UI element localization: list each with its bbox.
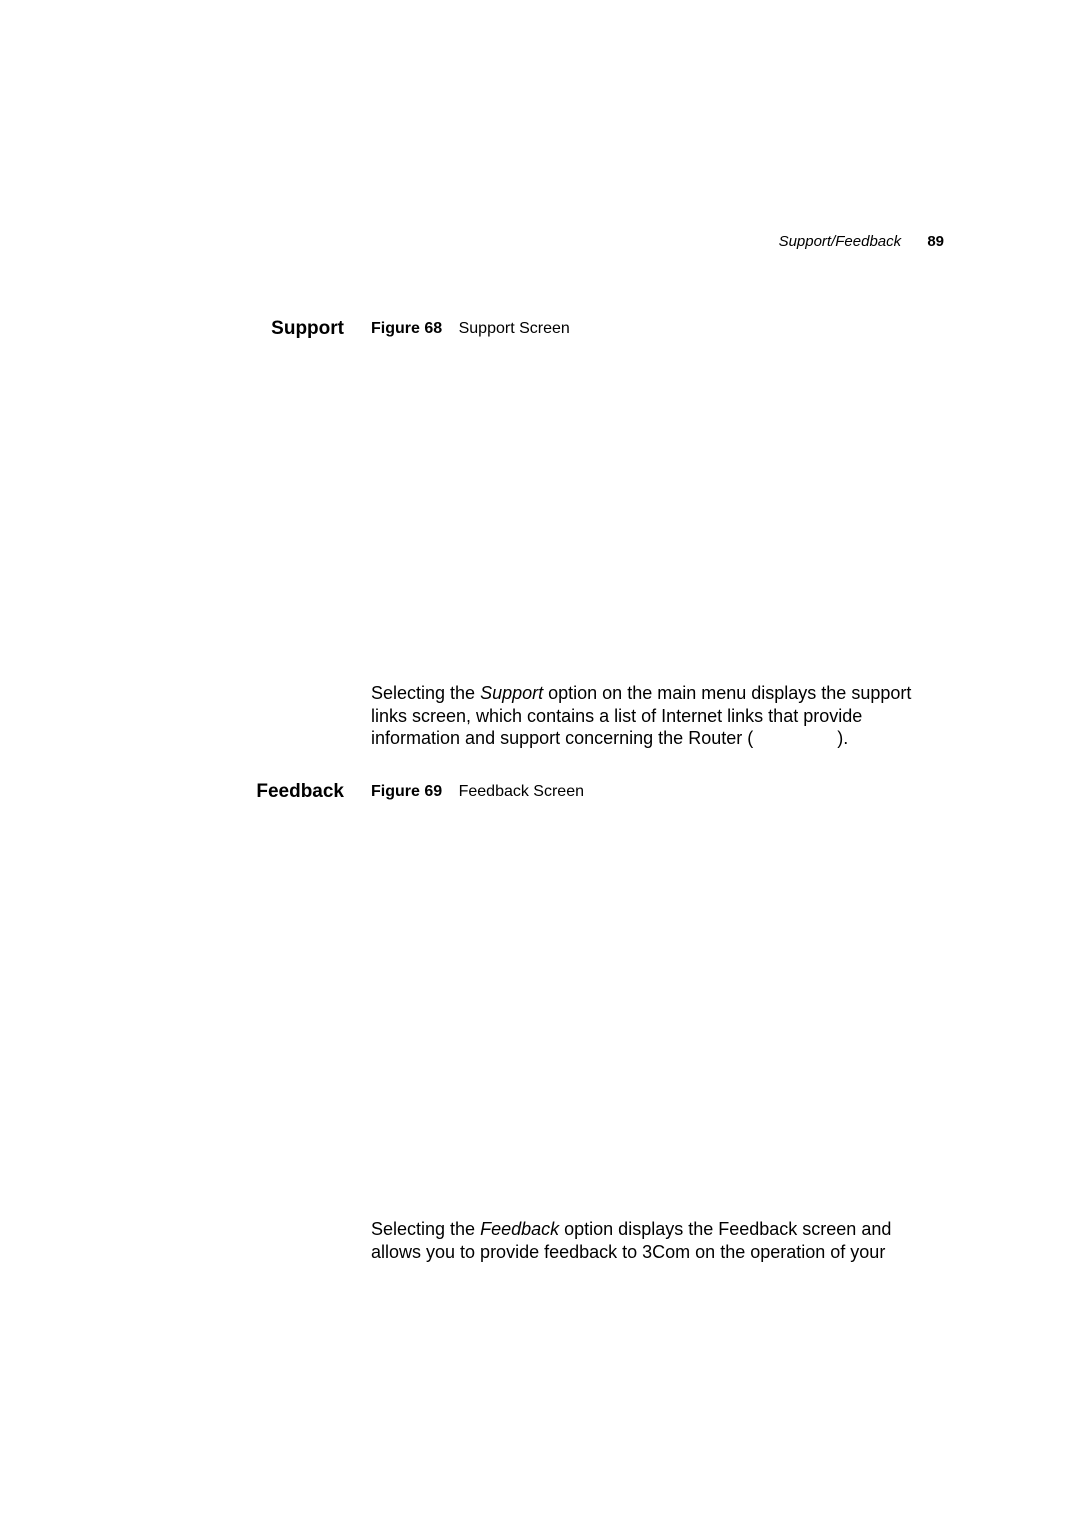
paragraph-line: links screen, which contains a list of I… xyxy=(371,705,863,726)
running-title: Support/Feedback xyxy=(778,233,902,250)
figure-number: Figure 69 xyxy=(371,783,443,800)
figure-title: Feedback Screen xyxy=(458,783,584,800)
support-screen-figure xyxy=(371,350,946,670)
feedback-paragraph: Selecting the Feedback option displays t… xyxy=(371,1218,951,1263)
emphasis-support: Support xyxy=(480,683,544,703)
figure-caption-69: Figure 69 Feedback Screen xyxy=(371,783,584,801)
figure-number: Figure 68 xyxy=(371,320,443,337)
figure-caption-68: Figure 68 Support Screen xyxy=(371,320,570,338)
page-number: 89 xyxy=(927,233,944,250)
emphasis-feedback: Feedback xyxy=(480,1219,560,1239)
paragraph-line: information and support concerning the R… xyxy=(371,728,849,749)
running-header: Support/Feedback 89 xyxy=(779,233,944,250)
section-heading-feedback: Feedback xyxy=(256,781,344,802)
paragraph-line: Selecting the Support option on the main… xyxy=(371,683,912,703)
support-paragraph: Selecting the Support option on the main… xyxy=(371,682,951,750)
feedback-screen-figure xyxy=(371,815,946,1205)
paragraph-line: Selecting the Feedback option displays t… xyxy=(371,1219,892,1239)
figure-title: Support Screen xyxy=(458,320,570,337)
section-heading-support: Support xyxy=(271,318,344,339)
paragraph-line: allows you to provide feedback to 3Com o… xyxy=(371,1241,886,1262)
